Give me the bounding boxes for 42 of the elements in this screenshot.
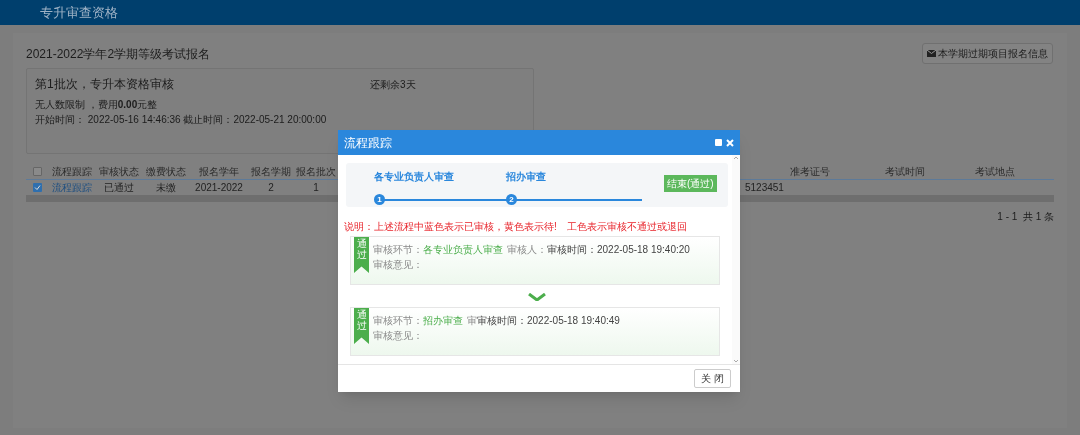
table-cell-text: 5123451 xyxy=(745,180,784,195)
stage-name: 各专业负责人审查 xyxy=(423,243,503,257)
remaining-days: 还剩余3天 xyxy=(370,77,416,93)
column-header: 流程跟踪 xyxy=(51,166,92,177)
stage-label: 审核环节： xyxy=(373,314,423,328)
page-title: 2021-2022学年2学期等级考试报名 xyxy=(26,46,211,63)
column-header: 考试地点 xyxy=(974,166,1015,177)
column-header: 缴费状态 xyxy=(145,166,186,177)
review-time: 审核时间：2022-05-18 19:40:49 xyxy=(477,314,620,328)
header-title: 专升审查资格 xyxy=(40,3,118,22)
column-header: 报名学年 xyxy=(199,166,239,177)
pagination-info: 1 - 1 共 1 条 xyxy=(997,210,1054,224)
table-cell: 2021-2022 xyxy=(195,181,243,193)
reviewer-label: 审 xyxy=(466,314,477,328)
end-badge: 结束(通过) xyxy=(664,175,717,192)
column-header: 报名批次 xyxy=(296,166,336,177)
review-time: 审核时间：2022-05-18 19:40:20 xyxy=(547,243,690,257)
table-cell: 1 xyxy=(313,181,319,193)
column-header: 审核状态 xyxy=(98,166,139,177)
status-ribbon: 通过 xyxy=(354,308,369,344)
table-cell: 未缴 xyxy=(155,181,176,193)
step-label: 招办审查 xyxy=(506,170,546,184)
opinion-label: 审核意见： xyxy=(373,330,423,341)
table-cell: 2 xyxy=(268,181,274,193)
column-header: 报名学期 xyxy=(251,166,291,177)
stage-name: 招办审查 xyxy=(423,314,463,328)
fee-info: 无人数限制 ，费用0.00元整 xyxy=(35,98,159,112)
legend-note: 说明：上述流程中蓝色表示已审核，黄色表示待! xyxy=(344,220,557,234)
legend-note: 工色表示审核不通过或退回 xyxy=(566,220,687,234)
table-cell: 已通过 xyxy=(103,181,134,193)
step-number: 1 xyxy=(374,194,385,205)
reviewer-label: 审核人： xyxy=(506,243,547,257)
batch-title: 第1批次，专升本资格审核 xyxy=(35,76,175,93)
status-ribbon: 通过 xyxy=(354,237,369,273)
column-header: 考试时间 xyxy=(884,166,925,177)
opinion-label: 审核意见： xyxy=(373,259,423,270)
step-number: 2 xyxy=(506,194,517,205)
stage-label: 审核环节： xyxy=(373,243,423,257)
dialog-title: 流程跟踪 xyxy=(344,134,392,152)
time-range: 开始时间： 2022-05-16 14:46:36 截止时间：2022-05-21 20:00:00 xyxy=(35,113,328,127)
step-label: 各专业负责人审查 xyxy=(374,170,454,184)
column-header: 准考证号 xyxy=(789,166,830,177)
